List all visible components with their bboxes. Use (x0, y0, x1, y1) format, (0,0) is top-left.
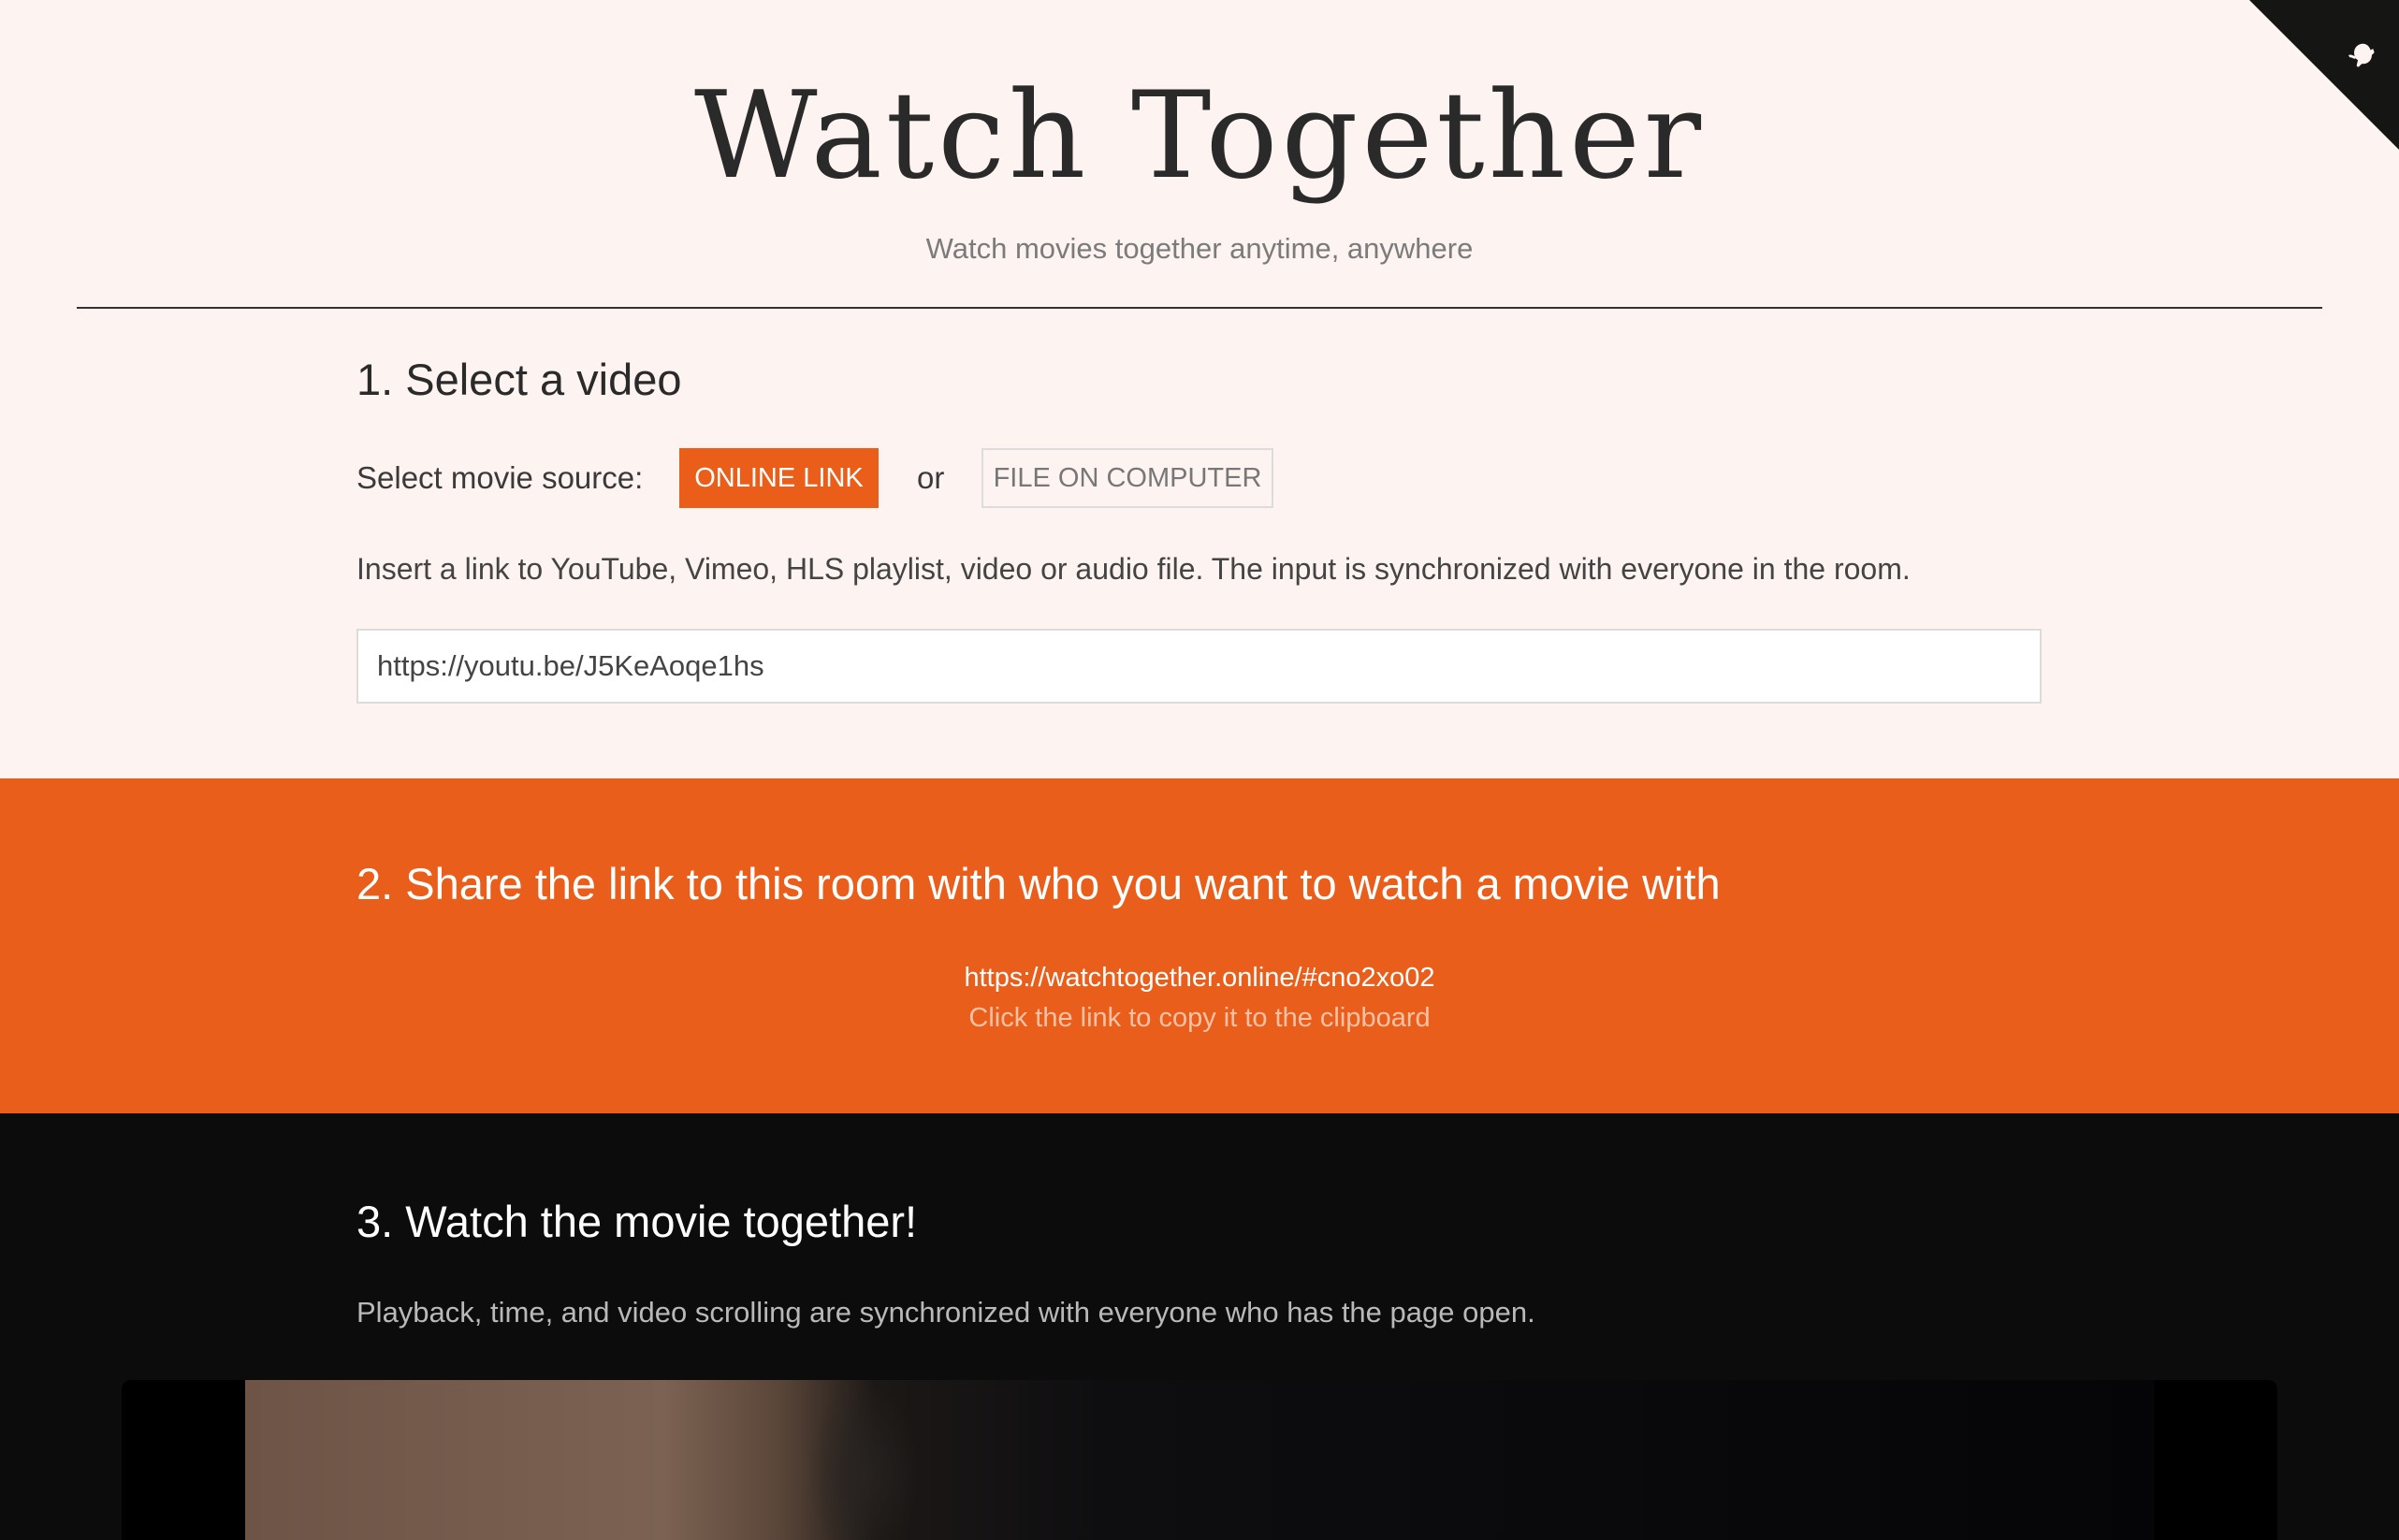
video-content (807, 1380, 919, 1540)
room-link[interactable]: https://watchtogether.online/#cno2xo02 (0, 963, 2399, 994)
source-label: Select movie source: (356, 460, 644, 495)
page-subtitle: Watch movies together anytime, anywhere (925, 232, 1474, 265)
page-title: Watch Together (694, 66, 1705, 206)
video-player[interactable] (122, 1380, 2277, 1540)
video-frame (245, 1380, 2154, 1540)
copy-hint: Click the link to copy it to the clipboa… (968, 1003, 1431, 1033)
github-corner-link[interactable] (2249, 0, 2399, 150)
video-url-input[interactable] (356, 629, 2042, 704)
step3-heading: 3. Watch the movie together! (356, 1197, 918, 1246)
or-separator: or (917, 460, 945, 495)
header-divider (77, 307, 2322, 309)
step-watch-together: 3. Watch the movie together! Playback, t… (0, 1113, 2399, 1540)
file-on-computer-button[interactable]: FILE ON COMPUTER (981, 448, 1273, 508)
step-share-link: 2. Share the link to this room with who … (0, 778, 2399, 1113)
page-header: Watch Together Watch movies together any… (0, 0, 2399, 309)
step1-description: Insert a link to YouTube, Vimeo, HLS pla… (356, 552, 1911, 586)
step3-description: Playback, time, and video scrolling are … (356, 1296, 1535, 1329)
github-octocat-icon (2249, 0, 2399, 150)
online-link-button[interactable]: ONLINE LINK (679, 448, 879, 508)
step2-heading: 2. Share the link to this room with who … (356, 859, 1721, 908)
step1-heading: 1. Select a video (356, 355, 682, 404)
